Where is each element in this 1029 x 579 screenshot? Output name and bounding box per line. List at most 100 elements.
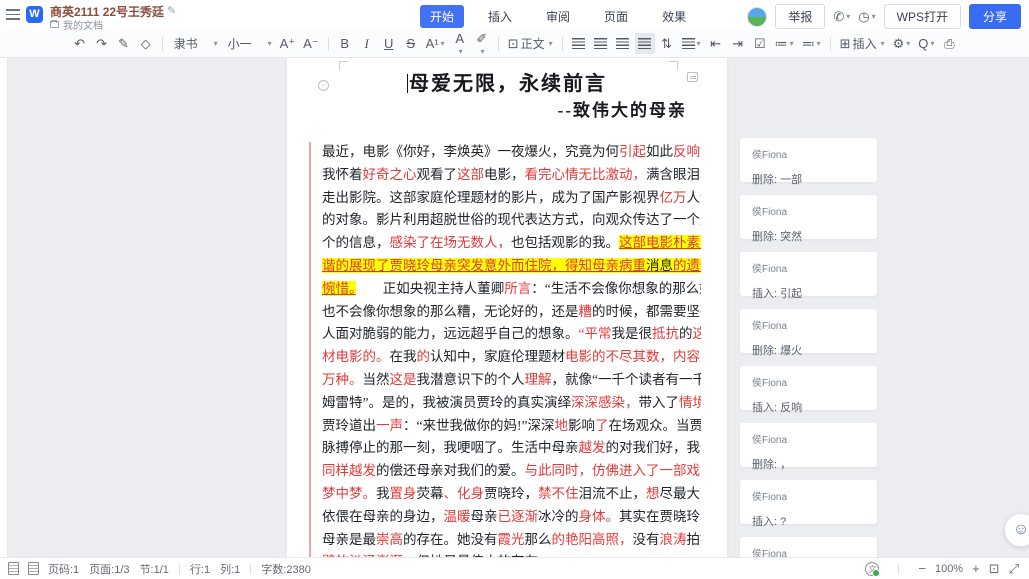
document-line[interactable]: 个的信息，感染了在场无数人，也包括观影的我。这部电影朴素又和 [322,232,701,255]
print-button[interactable]: ⎙ [939,33,959,54]
text-segment: 我怀着 [322,167,363,182]
document-line[interactable]: 人面对脆弱的能力，远远超乎自己的想象。“平常我是很抵抗的这类题 [322,323,701,346]
tab-effects[interactable]: 效果 [652,5,696,28]
align-justify-button[interactable] [635,33,655,54]
align-left-button[interactable] [569,33,589,54]
font-size-select[interactable]: 小一▾ [223,33,275,54]
rename-icon[interactable]: ✎ [167,4,176,17]
underline-button[interactable]: U [379,33,399,54]
font-grow-button[interactable]: A⁺ [277,33,299,54]
numbered-list-button[interactable]: ≕▾ [799,33,824,54]
comment-card[interactable]: 侯Fiona插入: 引起 [740,252,877,296]
star-icon[interactable]: ☆ [136,4,146,17]
assistant-mascot-icon: ☺ [1013,521,1029,538]
text-segment: 人追捧 [687,190,702,205]
document-line[interactable]: 万种。当然这是我潜意识下的个人理解，就像“一千个读者有一千个哈 [322,369,701,392]
styles-button[interactable]: ⊡正文▾ [505,33,556,54]
align-right-button[interactable] [613,33,633,54]
document-line[interactable]: 依偎在母亲的身边，温暖母亲已逐渐冰冷的身体。其实在贾晓玲心中， [322,506,701,529]
font-family-select[interactable]: 隶书▾ [169,33,221,54]
doc-heading-line1[interactable]: 母爱无限，永续前言 [287,71,727,97]
tab-page[interactable]: 页面 [594,5,638,28]
text-segment: ：“来世我做你的妈!”深深 [403,418,554,433]
insert-object-button[interactable]: ⊞插入▾ [837,33,888,54]
outline-view-icon[interactable] [28,562,39,575]
page-view-icon[interactable] [8,562,19,575]
comment-card[interactable]: 侯Fiona删除: ， [740,423,877,467]
zoom-out-button[interactable]: − [918,562,926,575]
text-segment: 这部电影朴素又和 [619,235,701,250]
superscript-button[interactable]: A¹▾ [423,33,448,54]
font-shrink-button[interactable]: A⁻ [300,33,322,54]
line-spacing-button[interactable]: ⇅ [657,33,677,54]
comment-card[interactable]: 侯Fiona删除: 突然 [740,195,877,239]
highlight-color-button[interactable]: ✐▾ [472,33,492,54]
align-center-button[interactable] [591,33,611,54]
document-line[interactable]: 姆雷特”。是的，我被演员贾玲的真实演绎深深感染，带入了情境。 [322,392,701,415]
indent-menu-button[interactable]: ▾ [679,33,704,54]
checkbox-button[interactable]: ☑ [750,33,770,54]
comment-card[interactable]: 侯Fiona删除: 一部 [740,138,877,182]
document-line[interactable]: 脉搏停止的那一刻，我哽咽了。生活中母亲越发的对我们好，我们也 [322,437,701,460]
document-body[interactable]: 最近，电影《你好，李焕英》一夜爆火，究竟为何引起如此反响?我怀着好奇之心观看了这… [322,141,701,557]
tag-icon[interactable]: ◇ [152,4,160,17]
italic-button[interactable]: I [357,33,377,54]
zoom-level[interactable]: 100% [935,563,963,575]
document-line[interactable]: 的对象。影片利用超脱世俗的现代表达方式，向观众传达了一个又一 [322,209,701,232]
comment-card[interactable]: 侯Fiona插入: ? [740,480,877,524]
chevron-down-icon: ▾ [906,39,910,48]
document-page[interactable]: − 母爱无限，永续前言 --致伟大的母亲 最近，电影《你好，李焕英》一夜爆火，究… [287,58,727,557]
fullscreen-icon[interactable]: ⤢ [1009,562,1019,575]
share-button[interactable]: 分享 [969,4,1021,29]
document-line[interactable]: 谐的展现了贾晓玲母亲突发意外而住院，得知母亲病重消息的遗憾和 [322,255,701,278]
document-line[interactable]: 走出影院。这部家庭伦理题材的影片，成为了国产影视界亿万人追捧 [322,187,701,210]
document-line[interactable]: 惋惜。 正如央视主持人董卿所言：“生活不会像你想象的那么好， [322,278,701,301]
text-segment: 我潜意识下的个人 [417,372,525,387]
page-number-label: 页码:1 [48,561,79,577]
hamburger-menu-icon[interactable] [6,9,20,20]
undo-button[interactable]: ↶ [70,33,90,54]
wps-docs-logo-icon[interactable]: W [26,6,43,23]
increase-indent-button[interactable]: ⇥ [728,33,748,54]
format-painter-button[interactable]: ✎ [114,33,134,54]
statusbar: 页码:1 页面:1/3 节:1/1 行:1 列:1 字数:2380 文 − 10… [0,557,1029,579]
bullet-list-button[interactable]: ≔▾ [772,33,797,54]
contact-dropdown[interactable]: ✆ ▾ [833,9,850,25]
text-segment: 也不会像你想象的那么糟，无论好的，还是 [322,304,579,319]
document-line[interactable]: 我怀着好奇之心观看了这部电影，看完心情无比激动，满含眼泪地 [322,164,701,187]
document-line[interactable]: 梦中梦。我置身荧幕、化身贾晓玲，禁不住泪流不止，想尽最大努力 [322,483,701,506]
comment-card[interactable]: 侯Fiona插入: 好奇之心 [740,537,877,557]
document-line[interactable]: 同样越发的偿还母亲对我们的爱。与此同时，仿佛进入了一部戏中戏， [322,460,701,483]
doc-heading-line2[interactable]: --致伟大的母亲 [287,99,727,123]
text-segment: 那么 [525,532,552,547]
comment-card[interactable]: 侯Fiona删除: 爆火 [740,309,877,353]
history-dropdown[interactable]: ◷ ▾ [858,9,875,25]
open-in-wps-button[interactable]: WPS打开 [884,4,961,29]
document-line[interactable]: 最近，电影《你好，李焕英》一夜爆火，究竟为何引起如此反响? [322,141,701,164]
text-segment: 情境。 [679,395,701,410]
report-button[interactable]: 举报 [775,4,825,29]
fit-page-icon[interactable]: ⊡ [989,562,1000,575]
tab-review[interactable]: 审阅 [536,5,580,28]
redo-button[interactable]: ↷ [92,33,112,54]
tab-home[interactable]: 开始 [420,5,464,28]
zoom-in-button[interactable]: + [972,562,980,575]
document-line[interactable]: 材电影的。在我的认知中，家庭伦理题材电影的不尽其数，内容风情 [322,346,701,369]
document-line[interactable]: 也不会像你想象的那么糟，无论好的，还是糟的时候，都需要坚强， [322,301,701,324]
decrease-indent-button[interactable]: ⇤ [706,33,726,54]
tab-insert[interactable]: 插入 [478,5,522,28]
bold-button[interactable]: B [335,33,355,54]
strikethrough-button[interactable]: S [401,33,421,54]
assistant-widget[interactable]: ☺ [1004,513,1029,547]
comment-card[interactable]: 侯Fiona插入: 反响 [740,366,877,410]
more-tools-button[interactable]: ⚙▾ [890,33,914,54]
find-replace-button[interactable]: Q▾ [915,33,937,54]
translate-icon[interactable]: 文 [865,562,879,576]
document-line[interactable]: 贾玲道出一声：“来世我做你的妈!”深深地影响了在场观众。当贾母心脏、 [322,415,701,438]
user-avatar[interactable] [747,7,767,27]
document-line[interactable]: 母亲是最崇高的存在。她没有霞光那么的艳阳高照，没有浪涛拍打赤 [322,529,701,552]
text-segment: 如此 [646,144,673,159]
font-color-button[interactable]: A▾ [450,33,470,54]
text-segment: 贾玲道出 [322,418,376,433]
clear-format-button[interactable]: ◇ [136,33,156,54]
